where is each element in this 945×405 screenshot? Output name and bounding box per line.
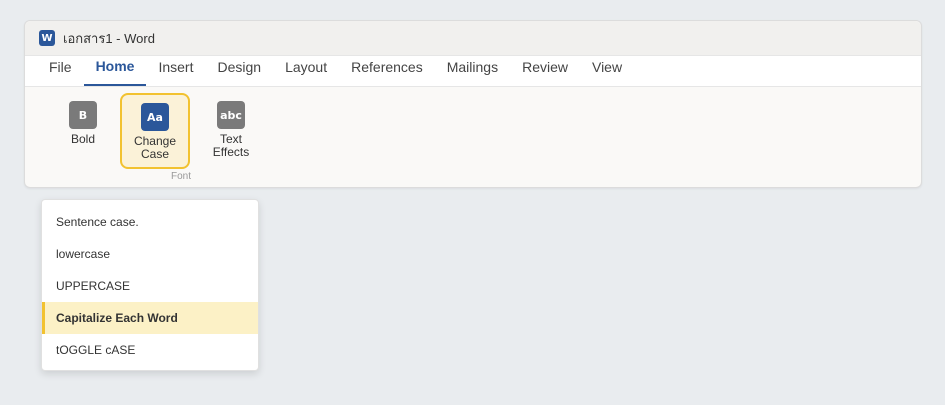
menu-item-capitalize-each-word[interactable]: Capitalize Each Word	[42, 302, 258, 334]
bold-button[interactable]: B Bold	[48, 99, 118, 146]
word-logo-icon: W	[39, 30, 55, 46]
change-case-menu: Sentence case. lowercase UPPERCASE Capit…	[41, 199, 259, 371]
tab-design[interactable]: Design	[205, 54, 273, 86]
tab-layout[interactable]: Layout	[273, 54, 339, 86]
menu-item-uppercase[interactable]: UPPERCASE	[42, 270, 258, 302]
tab-references[interactable]: References	[339, 54, 435, 86]
text-effects-icon: abc	[217, 101, 245, 129]
tab-home[interactable]: Home	[83, 54, 147, 86]
text-effects-button[interactable]: abc Text Effects	[196, 99, 266, 159]
text-effects-label-line2: Effects	[212, 145, 250, 159]
change-case-button[interactable]: Aa Change Case	[120, 93, 190, 169]
title-bar: W เอกสาร1 - Word	[25, 21, 921, 55]
menu-item-sentence-case[interactable]: Sentence case.	[42, 206, 258, 238]
tab-file[interactable]: File	[37, 54, 84, 86]
tab-review[interactable]: Review	[510, 54, 580, 86]
ribbon-home: B Bold Aa Change Case abc Text Effects F…	[25, 87, 921, 187]
font-group-label: Font	[170, 171, 191, 182]
change-case-icon: Aa	[141, 103, 169, 131]
menu-item-lowercase[interactable]: lowercase	[42, 238, 258, 270]
ribbon-tabs: File Home Insert Design Layout Reference…	[25, 55, 921, 87]
word-window: W เอกสาร1 - Word File Home Insert Design…	[24, 20, 922, 188]
bold-icon: B	[69, 101, 97, 129]
tab-mailings[interactable]: Mailings	[435, 54, 510, 86]
window-title: เอกสาร1 - Word	[63, 30, 155, 46]
change-case-label-line2: Case	[140, 147, 169, 161]
tab-view[interactable]: View	[580, 54, 634, 86]
bold-label: Bold	[70, 132, 96, 146]
tab-insert[interactable]: Insert	[146, 54, 205, 86]
menu-item-toggle-case[interactable]: tOGGLE cASE	[42, 334, 258, 366]
